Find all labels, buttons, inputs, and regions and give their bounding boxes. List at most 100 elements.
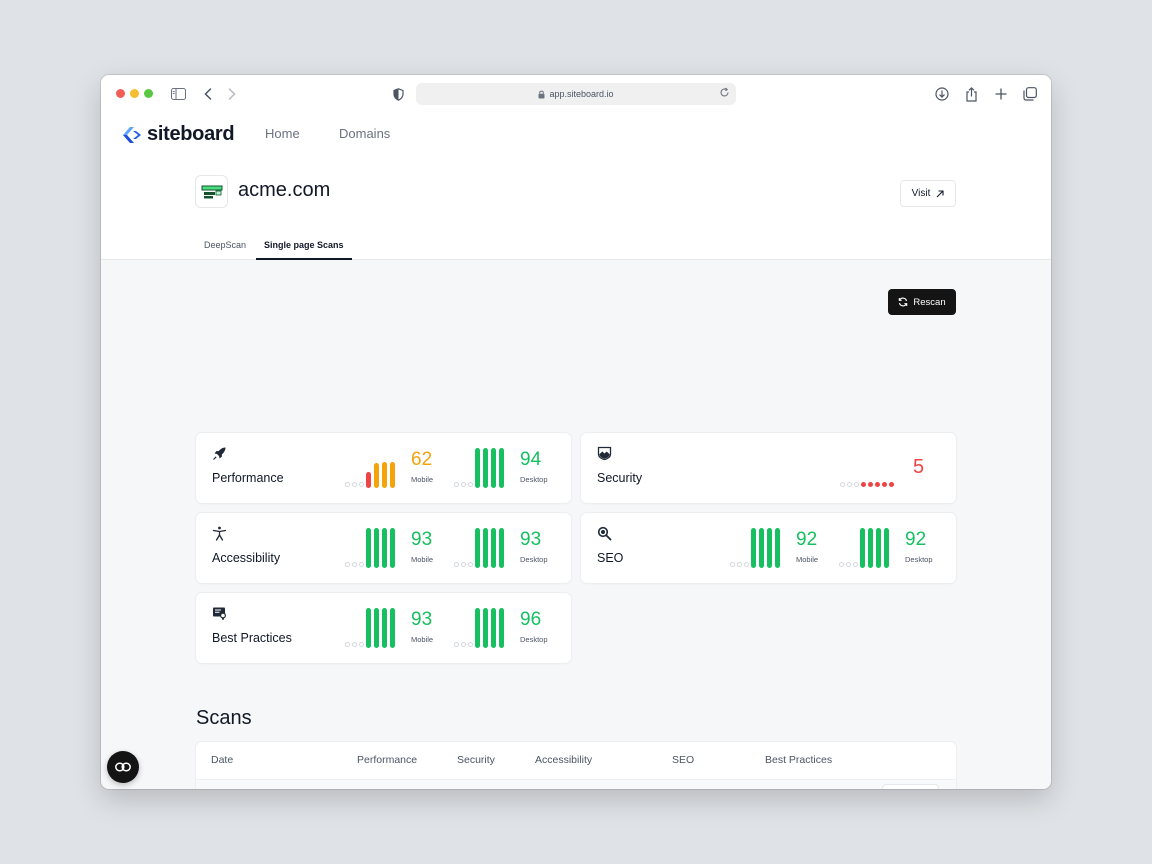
score-dots — [454, 642, 473, 647]
score-bars — [475, 528, 505, 568]
nav-home-link[interactable]: Home — [265, 126, 300, 141]
site-favicon — [195, 175, 228, 208]
score-bar — [475, 528, 480, 568]
sidebar-toggle-icon[interactable] — [169, 85, 187, 103]
score-bar — [382, 528, 387, 568]
mobile-score: 93 — [411, 529, 433, 550]
lock-icon — [538, 90, 545, 98]
score-bar — [382, 462, 387, 488]
score-bar — [475, 448, 480, 488]
score-bar — [499, 448, 504, 488]
link-chain-icon — [115, 762, 131, 772]
security-dot — [875, 482, 880, 487]
nav-domains-link[interactable]: Domains — [339, 126, 390, 141]
column-header-best-practices[interactable]: Best Practices — [765, 754, 832, 766]
seo-card[interactable]: SEO 92 Mobile 92 Desktop — [581, 513, 956, 583]
security-dot — [889, 482, 894, 487]
score-bars — [366, 608, 396, 648]
chat-button[interactable] — [107, 751, 139, 783]
score-bar — [876, 528, 881, 568]
performance-card[interactable]: Performance 62 Mobile 94 Desktop — [196, 433, 571, 503]
score-dots — [345, 482, 364, 487]
score-bar — [860, 528, 865, 568]
security-score-dots — [840, 482, 894, 487]
site-name: acme.com — [238, 179, 331, 201]
score-bar — [374, 528, 379, 568]
desktop-score: 96 — [520, 609, 542, 630]
score-bar — [491, 448, 496, 488]
new-tab-plus-icon[interactable] — [992, 85, 1010, 103]
mobile-score: 93 — [411, 609, 433, 630]
share-icon[interactable] — [962, 85, 980, 103]
certificate-icon — [213, 607, 227, 620]
column-header-performance[interactable]: Performance — [357, 754, 417, 766]
score-bars — [366, 528, 396, 568]
forward-chevron-icon[interactable] — [223, 85, 241, 103]
accessibility-card[interactable]: Accessibility 93 Mobile 93 Desktop — [196, 513, 571, 583]
visit-label: Visit — [911, 188, 931, 199]
close-window-button[interactable] — [116, 89, 125, 98]
desktop-label: Desktop — [520, 475, 548, 484]
score-bar — [483, 528, 488, 568]
visit-button[interactable]: Visit — [900, 180, 956, 207]
rescan-button[interactable]: Rescan — [888, 289, 956, 315]
column-header-seo[interactable]: SEO — [672, 754, 694, 766]
security-score: 5 — [913, 456, 925, 478]
browser-window: app.siteboard.io siteboard Home Domains — [101, 75, 1051, 789]
column-header-accessibility[interactable]: Accessibility — [535, 754, 592, 766]
score-bar — [390, 528, 395, 568]
desktop-score: 94 — [520, 449, 542, 470]
card-title: Best Practices — [212, 631, 292, 645]
card-title: Performance — [212, 471, 284, 485]
mobile-score: 92 — [796, 529, 818, 550]
score-bar — [366, 472, 371, 488]
score-dots — [454, 562, 473, 567]
score-bars — [475, 448, 505, 488]
mobile-label: Mobile — [796, 555, 819, 564]
accessibility-icon — [212, 526, 227, 541]
card-title: Accessibility — [212, 551, 281, 565]
score-bar — [366, 528, 371, 568]
score-bar — [775, 528, 780, 568]
download-icon[interactable] — [933, 85, 951, 103]
address-bar[interactable]: app.siteboard.io — [416, 83, 736, 105]
desktop-label: Desktop — [520, 635, 548, 644]
score-bar — [499, 528, 504, 568]
score-bar — [491, 608, 496, 648]
magnifier-icon — [597, 526, 612, 541]
shield-icon — [597, 446, 612, 461]
score-bar — [499, 608, 504, 648]
mobile-label: Mobile — [411, 475, 434, 484]
score-bars — [860, 528, 890, 568]
score-bar — [884, 528, 889, 568]
desktop-score: 93 — [520, 529, 542, 550]
security-dot — [847, 482, 852, 487]
score-dots — [730, 562, 749, 567]
column-header-date[interactable]: Date — [211, 754, 233, 766]
tab-single-page-scans[interactable]: Single page Scans — [256, 241, 352, 260]
desktop-label: Desktop — [905, 555, 933, 564]
tab-overview-icon[interactable] — [1021, 85, 1039, 103]
zoom-window-button[interactable] — [144, 89, 153, 98]
security-dot — [840, 482, 845, 487]
scans-table: Date Performance Security Accessibility … — [196, 742, 956, 789]
rocket-icon — [213, 447, 226, 460]
tab-deepscan[interactable]: DeepScan — [196, 241, 254, 260]
siteboard-logo-icon — [123, 126, 141, 143]
table-row[interactable]: 06/10/2510:02 AM62945939392929396View — [196, 779, 956, 789]
score-dots — [839, 562, 858, 567]
view-button[interactable]: View — [882, 784, 939, 789]
security-card[interactable]: Security 5 — [581, 433, 956, 503]
back-chevron-icon[interactable] — [199, 85, 217, 103]
security-dot — [868, 482, 873, 487]
minimize-window-button[interactable] — [130, 89, 139, 98]
score-bar — [374, 463, 379, 488]
score-bar — [374, 608, 379, 648]
siteboard-logo[interactable]: siteboard — [121, 123, 235, 146]
column-header-security[interactable]: Security — [457, 754, 495, 766]
reload-icon[interactable] — [719, 87, 730, 98]
card-title: SEO — [597, 551, 624, 565]
best-practices-card[interactable]: Best Practices 93 Mobile 96 Desktop — [196, 593, 571, 663]
privacy-shield-icon[interactable] — [389, 85, 407, 103]
score-bar — [475, 608, 480, 648]
